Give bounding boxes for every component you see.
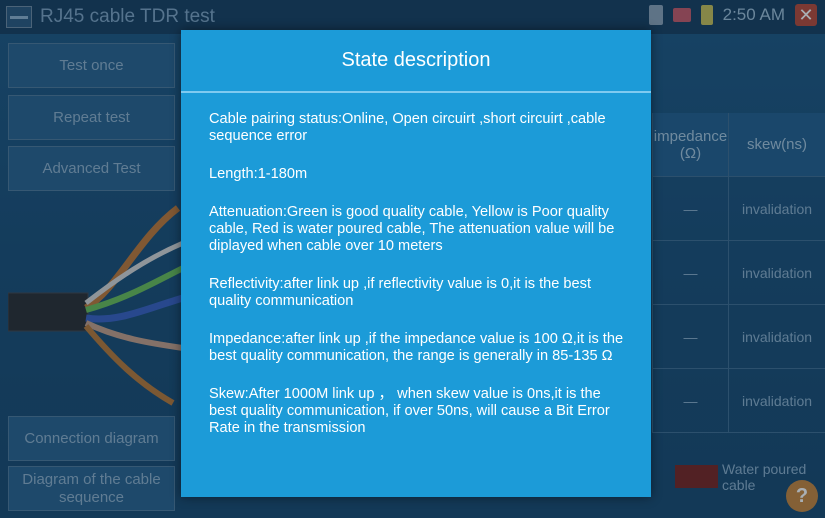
state-description-dialog: State description Cable pairing status:O… — [181, 30, 651, 497]
dialog-body: Cable pairing status:Online, Open circui… — [181, 93, 651, 437]
length-text: Length:1-180m — [209, 166, 308, 182]
pairing-status-text: Cable pairing status:Online, Open circui… — [209, 111, 606, 144]
dialog-title: State description — [341, 49, 491, 71]
attenuation-text: Attenuation:Green is good quality cable,… — [209, 204, 615, 254]
impedance-text: Impedance:after link up ,if the impedanc… — [209, 331, 624, 364]
reflectivity-text: Reflectivity:after link up ,if reflectiv… — [209, 276, 592, 309]
dialog-header: State description — [181, 30, 651, 93]
skew-text: Skew:After 1000M link up ， when skew val… — [209, 386, 610, 436]
